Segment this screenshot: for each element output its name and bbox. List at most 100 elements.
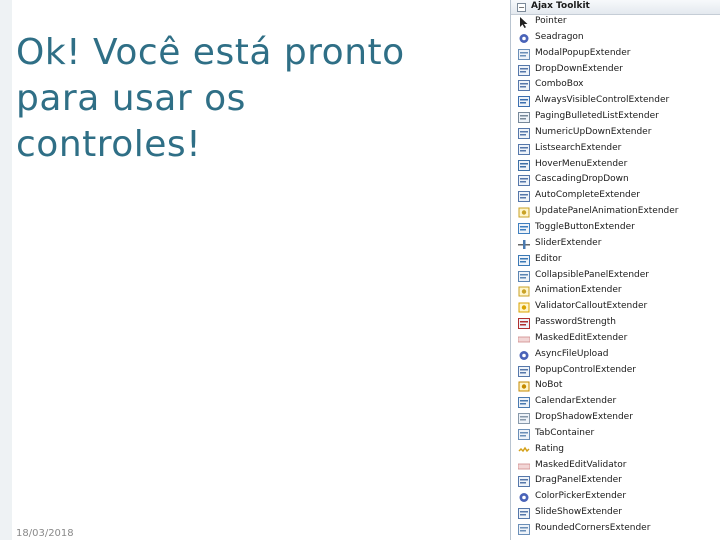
shadow-icon	[518, 413, 530, 425]
tool-item-label: PasswordStrength	[535, 317, 616, 328]
toggle-icon	[518, 222, 530, 234]
drag-icon	[518, 476, 530, 488]
tool-item[interactable]: MaskedEditExtender	[511, 332, 720, 348]
tool-item-label: PopupControlExtender	[535, 364, 637, 375]
tool-item[interactable]: Seadragon	[511, 31, 720, 47]
tool-item[interactable]: SlideShowExtender	[511, 506, 720, 522]
tool-item-label: Rating	[535, 443, 565, 454]
dropdown-icon	[518, 64, 530, 76]
tool-item[interactable]: PagingBulletedListExtender	[511, 110, 720, 126]
tool-item-label: DropDownExtender	[535, 63, 623, 74]
tool-item[interactable]: CascadingDropDown	[511, 173, 720, 189]
tool-item-label: ColorPickerExtender	[535, 491, 627, 502]
tool-item[interactable]: DropDownExtender	[511, 63, 720, 79]
tool-item-label: ComboBox	[535, 79, 584, 90]
tool-item[interactable]: AlwaysVisibleControlExtender	[511, 94, 720, 110]
tool-item[interactable]: DropShadowExtender	[511, 411, 720, 427]
pin-icon	[518, 96, 530, 108]
slide-date: 18/03/2018	[16, 528, 74, 539]
tool-item[interactable]: ListsearchExtender	[511, 142, 720, 158]
tool-item-label: RoundedCornersExtender	[535, 523, 651, 533]
rounded-icon	[518, 524, 530, 535]
tool-item[interactable]: CollapsiblePanelExtender	[511, 269, 720, 285]
tool-item[interactable]: ColorPickerExtender	[511, 490, 720, 506]
tool-list: Pointer Seadragon ModalPopupExtender DropDo…	[511, 15, 720, 538]
tool-item-label: HoverMenuExtender	[535, 158, 628, 169]
slideshow-icon	[518, 508, 530, 520]
toolbox-group-title: Ajax Toolkit	[531, 1, 590, 11]
tool-item-label: Seadragon	[535, 31, 584, 42]
tool-item-label: AsyncFileUpload	[535, 348, 609, 359]
tool-item[interactable]: CalendarExtender	[511, 395, 720, 411]
tool-item-label: ValidatorCalloutExtender	[535, 301, 648, 312]
gear-icon	[518, 33, 530, 44]
window-icon	[518, 48, 530, 60]
tool-item-label: MaskedEditExtender	[535, 332, 628, 343]
popup-icon	[518, 365, 530, 377]
tool-item-label: MaskedEditValidator	[535, 459, 627, 470]
tool-item[interactable]: Editor	[511, 253, 720, 269]
tool-item[interactable]: Rating	[511, 443, 720, 459]
tab-icon	[518, 428, 530, 440]
tool-item-label: CalendarExtender	[535, 396, 617, 407]
toolbox-panel: − Ajax Toolkit Pointer Seadragon ModalPopu…	[510, 0, 720, 540]
search-list-icon	[518, 143, 530, 155]
tool-item[interactable]: ModalPopupExtender	[511, 47, 720, 63]
tool-item[interactable]: AsyncFileUpload	[511, 348, 720, 364]
tool-item[interactable]: MaskedEditValidator	[511, 459, 720, 475]
tool-item[interactable]: ValidatorCalloutExtender	[511, 300, 720, 316]
callout-icon	[518, 302, 530, 313]
tool-item-label: DropShadowExtender	[535, 412, 633, 423]
rating-icon	[518, 445, 530, 456]
tool-item-label: Editor	[535, 253, 562, 264]
tool-item[interactable]: AnimationExtender	[511, 284, 720, 300]
tool-item[interactable]: NoBot	[511, 379, 720, 395]
tool-item-label: NumericUpDownExtender	[535, 126, 652, 137]
collapse-icon[interactable]: −	[517, 3, 526, 12]
calendar-icon	[518, 397, 530, 409]
gear-icon	[518, 492, 530, 503]
gear-icon	[518, 350, 530, 361]
slide-title: Ok! Você está pronto para usar os contro…	[16, 32, 405, 165]
tool-item-label: ToggleButtonExtender	[535, 221, 635, 232]
tool-item[interactable]: TabContainer	[511, 427, 720, 443]
tool-item-label: NoBot	[535, 380, 563, 391]
tool-item-label: AutoCompleteExtender	[535, 190, 641, 201]
tool-item[interactable]: HoverMenuExtender	[511, 158, 720, 174]
cascade-icon	[518, 175, 530, 187]
tool-item-label: DragPanelExtender	[535, 475, 622, 486]
tool-item[interactable]: SliderExtender	[511, 237, 720, 253]
tool-item-label: SliderExtender	[535, 237, 602, 248]
tool-item-label: CascadingDropDown	[535, 174, 629, 185]
pointer-icon	[518, 17, 530, 28]
tool-item[interactable]: ToggleButtonExtender	[511, 221, 720, 237]
tool-item[interactable]: AutoCompleteExtender	[511, 189, 720, 205]
tool-item[interactable]: PasswordStrength	[511, 316, 720, 332]
editor-icon	[518, 254, 530, 266]
tool-item-label: CollapsiblePanelExtender	[535, 269, 649, 280]
tool-item-label: UpdatePanelAnimationExtender	[535, 206, 679, 217]
tool-item-label: TabContainer	[535, 427, 595, 438]
list-icon	[518, 112, 530, 124]
password-icon	[518, 318, 530, 330]
mask-icon	[518, 461, 530, 472]
nobot-icon	[518, 381, 530, 392]
tool-item[interactable]: NumericUpDownExtender	[511, 126, 720, 142]
tool-item[interactable]: DragPanelExtender	[511, 474, 720, 490]
slider-icon	[518, 239, 530, 250]
tool-item-label: Pointer	[535, 16, 567, 26]
tool-item[interactable]: UpdatePanelAnimationExtender	[511, 205, 720, 221]
tool-item-label: AlwaysVisibleControlExtender	[535, 95, 670, 106]
tool-item-label: SlideShowExtender	[535, 507, 622, 518]
numeric-icon	[518, 127, 530, 139]
tool-item-label: AnimationExtender	[535, 285, 622, 296]
tool-item[interactable]: PopupControlExtender	[511, 364, 720, 380]
animation-icon	[518, 207, 530, 218]
tool-item[interactable]: ComboBox	[511, 78, 720, 94]
animation-icon	[518, 286, 530, 297]
toolbox-group-header[interactable]: − Ajax Toolkit	[511, 0, 720, 15]
tool-item-label: ModalPopupExtender	[535, 47, 631, 58]
tool-item[interactable]: RoundedCornersExtender	[511, 522, 720, 538]
autocomplete-icon	[518, 191, 530, 203]
tool-item[interactable]: Pointer	[511, 15, 720, 31]
